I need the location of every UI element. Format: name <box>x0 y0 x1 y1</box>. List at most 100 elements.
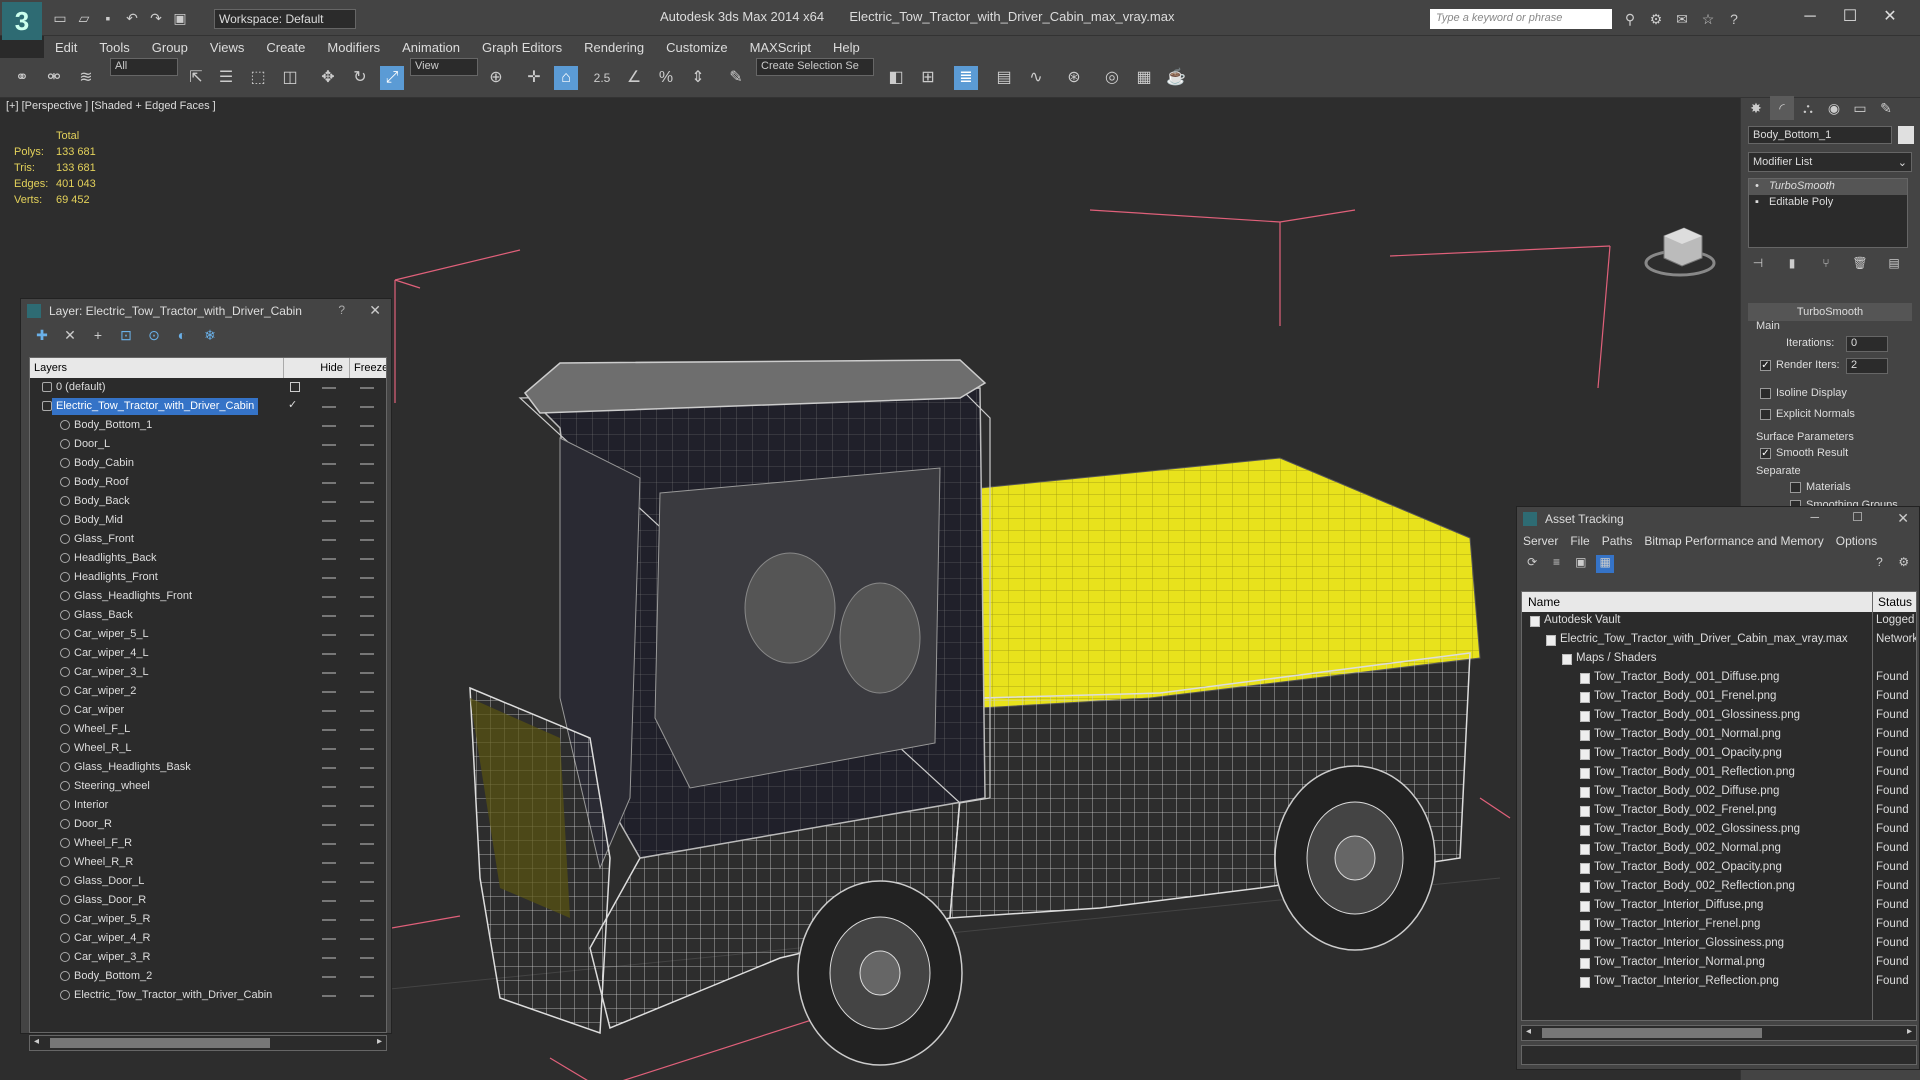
layer-object-row[interactable]: Wheel_R_R <box>30 853 386 872</box>
object-color-swatch[interactable] <box>1898 126 1914 144</box>
freeze-toggle[interactable] <box>360 482 374 484</box>
hide-toggle[interactable] <box>322 520 336 522</box>
asset-row[interactable]: Tow_Tractor_Body_001_Glossiness.png Found <box>1522 707 1916 726</box>
layer-object-row[interactable]: Interior <box>30 796 386 815</box>
percent-snap-icon[interactable]: % <box>654 66 678 90</box>
select-by-name-icon[interactable]: ☰ <box>214 66 238 90</box>
layer-object-row[interactable]: Car_wiper_3_L <box>30 663 386 682</box>
render-iters-checkbox[interactable]: ✓ <box>1760 360 1771 371</box>
table-view-icon[interactable]: ▦ <box>1595 555 1615 573</box>
layer-object-row[interactable]: Body_Back <box>30 492 386 511</box>
menu-maxscript[interactable]: MAXScript <box>739 40 822 55</box>
unlink-icon[interactable]: ⚮ <box>42 66 66 90</box>
freeze-toggle[interactable] <box>360 938 374 940</box>
status-column-header[interactable]: Status <box>1878 595 1912 609</box>
freeze-toggle[interactable] <box>360 691 374 693</box>
hide-toggle[interactable] <box>322 558 336 560</box>
viewport-label[interactable]: [+] [Perspective ] [Shaded + Edged Faces… <box>6 100 216 112</box>
menu-customize[interactable]: Customize <box>655 40 738 55</box>
menu-graph-editors[interactable]: Graph Editors <box>471 40 573 55</box>
freeze-toggle[interactable] <box>360 615 374 617</box>
freeze-toggle[interactable] <box>360 539 374 541</box>
scroll-right-icon[interactable]: ▸ <box>1907 1026 1912 1037</box>
freeze-toggle[interactable] <box>360 729 374 731</box>
hide-toggle[interactable] <box>322 824 336 826</box>
freeze-toggle[interactable] <box>360 976 374 978</box>
maximize-icon[interactable]: ☐ <box>1852 510 1863 524</box>
select-object-icon[interactable]: ⇱ <box>184 66 208 90</box>
scale-icon[interactable]: ⤢ <box>380 66 404 90</box>
asset-row[interactable]: Autodesk Vault Logged <box>1522 612 1916 631</box>
layer-object-row[interactable]: Glass_Headlights_Front <box>30 587 386 606</box>
add-to-layer-icon[interactable]: + <box>89 327 107 345</box>
freeze-toggle[interactable] <box>360 596 374 598</box>
layer-object-row[interactable]: Wheel_F_R <box>30 834 386 853</box>
hide-toggle[interactable] <box>322 805 336 807</box>
mirror-icon[interactable]: ◧ <box>884 66 908 90</box>
expand-icon[interactable]: ▪ <box>1755 196 1759 208</box>
asset-menu-options[interactable]: Options <box>1836 534 1877 548</box>
link-icon[interactable]: ⚭ <box>10 66 34 90</box>
highlight-layer-icon[interactable]: ⊙ <box>145 327 163 345</box>
hide-toggle[interactable] <box>322 615 336 617</box>
freeze-toggle[interactable] <box>360 577 374 579</box>
layer-panel-titlebar[interactable]: Layer: Electric_Tow_Tractor_with_Driver_… <box>21 299 391 323</box>
close-icon[interactable]: ✕ <box>1897 510 1909 527</box>
hide-toggle[interactable] <box>322 748 336 750</box>
freeze-toggle[interactable] <box>360 444 374 446</box>
modify-tab-icon[interactable]: ◜ <box>1770 96 1794 120</box>
hide-toggle[interactable] <box>322 463 336 465</box>
asset-row[interactable]: Tow_Tractor_Body_002_Reflection.png Found <box>1522 878 1916 897</box>
iterations-spinner[interactable]: 0 <box>1846 336 1888 352</box>
create-layer-icon[interactable]: ✚ <box>33 327 51 345</box>
hide-toggle[interactable] <box>322 577 336 579</box>
hide-toggle[interactable] <box>322 995 336 997</box>
asset-menu-paths[interactable]: Paths <box>1602 534 1633 548</box>
communication-icon[interactable]: ✉ <box>1672 9 1692 29</box>
layer-object-row[interactable]: Door_R <box>30 815 386 834</box>
layer-object-row[interactable]: Glass_Door_L <box>30 872 386 891</box>
favorites-icon[interactable]: ☆ <box>1698 9 1718 29</box>
hide-column-header[interactable]: Hide <box>314 358 350 378</box>
menu-help[interactable]: Help <box>822 40 871 55</box>
freeze-toggle[interactable] <box>360 387 374 389</box>
asset-row[interactable]: Tow_Tractor_Body_001_Frenel.png Found <box>1522 688 1916 707</box>
viewcube-icon[interactable] <box>1644 227 1716 277</box>
material-editor-icon[interactable]: ◎ <box>1100 66 1124 90</box>
asset-row[interactable]: Maps / Shaders <box>1522 650 1916 669</box>
layer-object-row[interactable]: Body_Bottom_1 <box>30 416 386 435</box>
freeze-toggle[interactable] <box>360 995 374 997</box>
hide-toggle[interactable] <box>322 843 336 845</box>
asset-row[interactable]: Tow_Tractor_Interior_Diffuse.png Found <box>1522 897 1916 916</box>
asset-path-field[interactable] <box>1521 1045 1917 1065</box>
menu-rendering[interactable]: Rendering <box>573 40 655 55</box>
layer-row[interactable]: Electric_Tow_Tractor_with_Driver_Cabin ✓ <box>30 397 386 416</box>
layer-object-row[interactable]: Car_wiper <box>30 701 386 720</box>
freeze-toggle[interactable] <box>360 843 374 845</box>
freeze-toggle[interactable] <box>360 634 374 636</box>
remove-modifier-icon[interactable]: 🗑 <box>1850 256 1870 276</box>
angle-snap-icon[interactable]: ∠ <box>622 66 646 90</box>
help-icon[interactable]: ? <box>1724 9 1744 29</box>
spinner-snap-icon[interactable]: ⇕ <box>686 66 710 90</box>
hide-all-layers-icon[interactable]: ◐ <box>173 327 191 345</box>
object-name-field[interactable]: Body_Bottom_1 <box>1748 126 1892 144</box>
freeze-toggle[interactable] <box>360 425 374 427</box>
render-icon[interactable]: ☕ <box>1164 66 1188 90</box>
layer-object-row[interactable]: Glass_Headlights_Bask <box>30 758 386 777</box>
move-icon[interactable]: ✥ <box>316 66 340 90</box>
menu-animation[interactable]: Animation <box>391 40 471 55</box>
layer-row[interactable]: 0 (default) <box>30 378 386 397</box>
scroll-left-icon[interactable]: ◂ <box>1526 1026 1531 1037</box>
layer-object-row[interactable]: Car_wiper_5_R <box>30 910 386 929</box>
reference-coord-dropdown[interactable]: View <box>410 58 478 76</box>
layer-object-row[interactable]: Headlights_Back <box>30 549 386 568</box>
layer-horizontal-scrollbar[interactable]: ◂ ▸ <box>29 1035 387 1051</box>
freeze-column-header[interactable]: Freeze <box>350 358 386 378</box>
close-button[interactable]: ✕ <box>1870 4 1910 30</box>
freeze-toggle[interactable] <box>360 558 374 560</box>
hide-toggle[interactable] <box>322 387 336 389</box>
asset-row[interactable]: Tow_Tractor_Body_002_Diffuse.png Found <box>1522 783 1916 802</box>
menu-group[interactable]: Group <box>141 40 199 55</box>
project-folder-icon[interactable]: ▣ <box>170 8 190 28</box>
